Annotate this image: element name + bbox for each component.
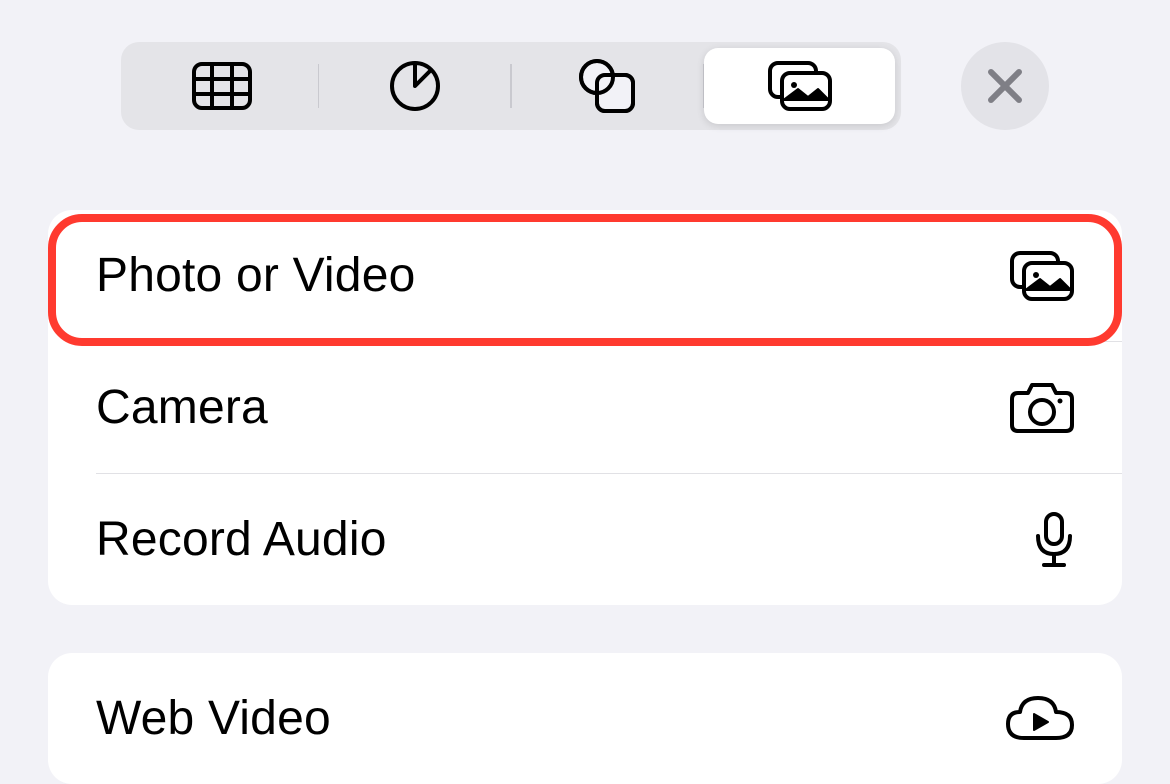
list-item-web-video[interactable]: Web Video xyxy=(48,653,1122,784)
photo-stack-icon xyxy=(768,61,832,111)
top-bar xyxy=(0,42,1170,130)
segment-table[interactable] xyxy=(127,48,318,124)
microphone-icon xyxy=(1034,512,1074,568)
pie-chart-icon xyxy=(389,60,441,112)
list-item-record-audio[interactable]: Record Audio xyxy=(48,474,1122,605)
close-button[interactable] xyxy=(961,42,1049,130)
list-item-label: Record Audio xyxy=(96,512,387,567)
list-item-label: Camera xyxy=(96,380,268,435)
insert-media-sheet: Photo or Video Camera xyxy=(0,0,1170,742)
media-section-2: Web Video xyxy=(48,653,1122,784)
list-item-label: Web Video xyxy=(96,691,331,746)
cloud-play-icon xyxy=(1006,696,1074,742)
segmented-control xyxy=(121,42,901,130)
table-icon xyxy=(192,62,252,110)
segment-shape[interactable] xyxy=(512,48,703,124)
list-item-photo-or-video[interactable]: Photo or Video xyxy=(48,210,1122,341)
list-item-camera[interactable]: Camera xyxy=(48,342,1122,473)
segment-media[interactable] xyxy=(704,48,895,124)
photo-stack-icon xyxy=(1010,251,1074,301)
segment-chart[interactable] xyxy=(319,48,510,124)
list-item-label: Photo or Video xyxy=(96,248,416,303)
camera-icon xyxy=(1010,383,1074,433)
close-icon xyxy=(985,66,1025,106)
shapes-icon xyxy=(577,59,637,113)
media-section-1: Photo or Video Camera xyxy=(48,210,1122,605)
